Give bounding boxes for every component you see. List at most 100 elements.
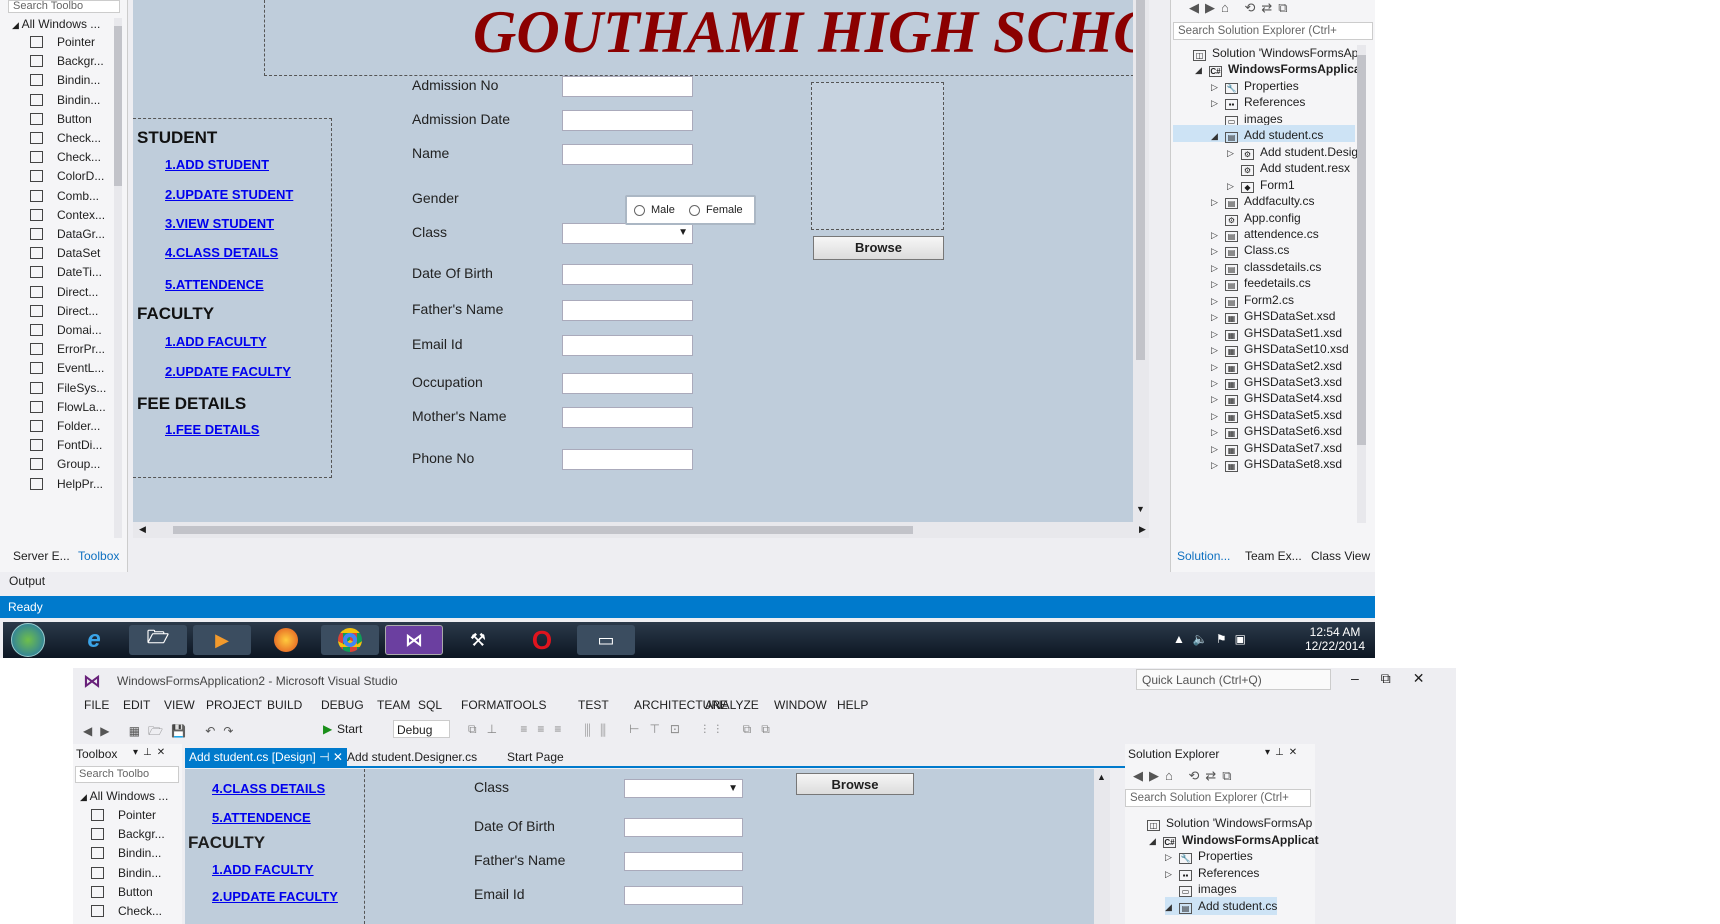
se-tree-item[interactable]: ◫ Solution 'WindowsFormsAp: [1179, 44, 1358, 62]
expand-arrow-icon[interactable]: ◢: [1211, 127, 1225, 145]
toolbox-item[interactable]: Folder...: [22, 416, 122, 437]
se-tree-item[interactable]: ▷ ▦ GHSDataSet7.xsd: [1211, 439, 1342, 457]
field-input[interactable]: [562, 335, 693, 356]
expand-arrow-icon[interactable]: ◢: [1165, 898, 1179, 916]
link-class-details[interactable]: 4.CLASS DETAILS: [165, 245, 278, 260]
field-input[interactable]: [562, 110, 693, 131]
link-fee-details[interactable]: 1.FEE DETAILS: [165, 422, 259, 437]
toolbox-item[interactable]: Check...: [22, 147, 122, 168]
toolbox-item[interactable]: ErrorPr...: [22, 339, 122, 360]
layout-toolbar-icons[interactable]: ⧉⊥ ≡≡≡ ⫼⫼ ⊢⊤⊡ ⫶⫶ ⧉⧉: [468, 722, 780, 737]
toolbox-item[interactable]: Backgr...: [22, 51, 122, 72]
toolbox-item[interactable]: Pointer: [22, 32, 122, 53]
link-add-student[interactable]: 1.ADD STUDENT: [165, 157, 269, 172]
config-dropdown[interactable]: Debug: [393, 720, 450, 738]
se-tree-item[interactable]: ▷ ▤ Form2.cs: [1211, 291, 1294, 309]
toolbox-item[interactable]: Bindin...: [22, 70, 122, 91]
menu-sql[interactable]: SQL: [418, 698, 442, 712]
menu-team[interactable]: TEAM: [377, 698, 410, 712]
lower-link-attendence[interactable]: 5.ATTENDENCE: [212, 810, 311, 825]
menu-debug[interactable]: DEBUG: [321, 698, 364, 712]
se-tree-item[interactable]: ▷ ▦ GHSDataSet2.xsd: [1211, 357, 1342, 375]
link-attendence[interactable]: 5.ATTENDENCE: [165, 277, 264, 292]
toolbox-item[interactable]: HelpPr...: [22, 474, 122, 495]
toolbox-search[interactable]: Search Toolbo: [8, 0, 120, 13]
expand-arrow-icon[interactable]: ▷: [1211, 456, 1225, 474]
quick-launch[interactable]: Quick Launch (Ctrl+Q): [1136, 669, 1331, 690]
se-tree-item[interactable]: ▷ 🔧 Properties: [1211, 77, 1299, 95]
lower-se-toolbar-icons[interactable]: ◀▶⌂ ⟲⇄⧉: [1133, 768, 1238, 784]
field-input[interactable]: [562, 407, 693, 428]
se-tree-item[interactable]: ▷ ▦ GHSDataSet5.xsd: [1211, 406, 1342, 424]
male-radio[interactable]: [634, 205, 645, 216]
output-tab[interactable]: Output: [9, 574, 45, 588]
lower-se-tree-item[interactable]: ◢ ▤ Add student.cs: [1165, 896, 1278, 916]
start-button[interactable]: Start: [337, 722, 362, 736]
se-tree-item[interactable]: ▷ ▦ GHSDataSet1.xsd: [1211, 324, 1342, 342]
tab-add-student-designer[interactable]: Add student.Designer.cs: [347, 750, 477, 764]
lower-class-combobox[interactable]: [624, 779, 743, 798]
tools-icon[interactable]: ⚒: [449, 625, 507, 655]
field-input[interactable]: [562, 373, 693, 394]
scroll-down-icon[interactable]: ▼: [1136, 504, 1145, 514]
toolbox-item[interactable]: Check...: [22, 128, 122, 149]
firefox-icon[interactable]: [257, 625, 315, 655]
toolbox-item[interactable]: Button: [22, 109, 122, 130]
lower-link-class-details[interactable]: 4.CLASS DETAILS: [212, 781, 325, 796]
lower-designer-vscrollbar[interactable]: ▲: [1094, 769, 1110, 924]
menu-help[interactable]: HELP: [837, 698, 868, 712]
start-orb-icon[interactable]: [11, 623, 45, 657]
toolbox-item[interactable]: Contex...: [22, 205, 122, 226]
menu-analyze[interactable]: ANALYZE: [705, 698, 759, 712]
ie-icon[interactable]: e: [65, 625, 123, 655]
lower-se-tree-item[interactable]: ◢ C# WindowsFormsApplicat: [1149, 831, 1319, 849]
lower-browse-button[interactable]: Browse: [796, 773, 914, 795]
field-input[interactable]: [562, 144, 693, 165]
se-tree-item[interactable]: ▷ ▦ GHSDataSet.xsd: [1211, 307, 1335, 325]
field-input[interactable]: [562, 264, 693, 285]
menu-format[interactable]: FORMAT: [461, 698, 511, 712]
lower-se-search[interactable]: Search Solution Explorer (Ctrl+: [1125, 789, 1311, 807]
lower-se-tree-item[interactable]: ▭ images: [1165, 880, 1237, 898]
toolbox-scrollbar[interactable]: [114, 18, 122, 538]
menu-window[interactable]: WINDOW: [774, 698, 827, 712]
menu-build[interactable]: BUILD: [267, 698, 302, 712]
lower-se-tree-item[interactable]: ▷ ▪▪ References: [1165, 864, 1259, 882]
link-view-student[interactable]: 3.VIEW STUDENT: [165, 216, 274, 231]
lower-toolbox-item[interactable]: Button: [83, 882, 183, 903]
se-tree-item[interactable]: ▷ ▦ GHSDataSet6.xsd: [1211, 422, 1342, 440]
lower-toolbox-item[interactable]: Bindin...: [83, 863, 183, 884]
lower-field-input[interactable]: [624, 818, 743, 837]
visual-studio-icon[interactable]: ⋈: [385, 625, 443, 655]
se-toolbar-icons[interactable]: ◀▶⌂ ⟲⇄⧉: [1189, 0, 1294, 16]
se-tree-item[interactable]: ▷ ▪▪ References: [1211, 93, 1305, 111]
toolbox-item[interactable]: Direct...: [22, 301, 122, 322]
se-tree-item[interactable]: ▷ ▤ feedetails.cs: [1211, 274, 1311, 292]
se-tree-item[interactable]: ◢ C# WindowsFormsApplicat: [1195, 60, 1365, 78]
class-combobox[interactable]: [562, 223, 693, 244]
scroll-right-icon[interactable]: ▶: [1139, 524, 1146, 535]
se-tree-item[interactable]: ⚙ Add student.resx: [1227, 159, 1350, 177]
tab-toolbox[interactable]: Toolbox: [78, 549, 119, 563]
tab-class-view[interactable]: Class View: [1311, 549, 1370, 563]
chrome-icon[interactable]: [321, 625, 379, 655]
window-controls[interactable]: –⧉✕: [1351, 670, 1447, 687]
link-add-faculty[interactable]: 1.ADD FACULTY: [165, 334, 267, 349]
lower-toolbox-item[interactable]: Backgr...: [83, 824, 183, 845]
se-tree-item[interactable]: ▷ ▤ Class.cs: [1211, 241, 1289, 259]
start-debug-icon[interactable]: ▶: [323, 722, 332, 736]
browse-button[interactable]: Browse: [813, 236, 944, 260]
se-tree-item[interactable]: ▷ ▦ GHSDataSet10.xsd: [1211, 340, 1349, 358]
toolbox-item[interactable]: Group...: [22, 454, 122, 475]
se-tree-item[interactable]: ▷ ▦ GHSDataSet4.xsd: [1211, 389, 1342, 407]
se-tree-item[interactable]: ▷ ▦ GHSDataSet3.xsd: [1211, 373, 1342, 391]
link-update-faculty[interactable]: 2.UPDATE FACULTY: [165, 364, 291, 379]
link-update-student[interactable]: 2.UPDATE STUDENT: [165, 187, 293, 202]
lower-link-update-faculty[interactable]: 2.UPDATE FACULTY: [212, 889, 338, 904]
se-tree-item[interactable]: ▷ ▤ attendence.cs: [1211, 225, 1319, 243]
media-player-icon[interactable]: ▶: [193, 625, 251, 655]
se-tree-item[interactable]: ▷ ◆ Form1: [1227, 176, 1295, 194]
menu-edit[interactable]: EDIT: [123, 698, 150, 712]
se-tree-item[interactable]: ⚙ App.config: [1211, 209, 1301, 227]
toolbox-item[interactable]: Comb...: [22, 186, 122, 207]
